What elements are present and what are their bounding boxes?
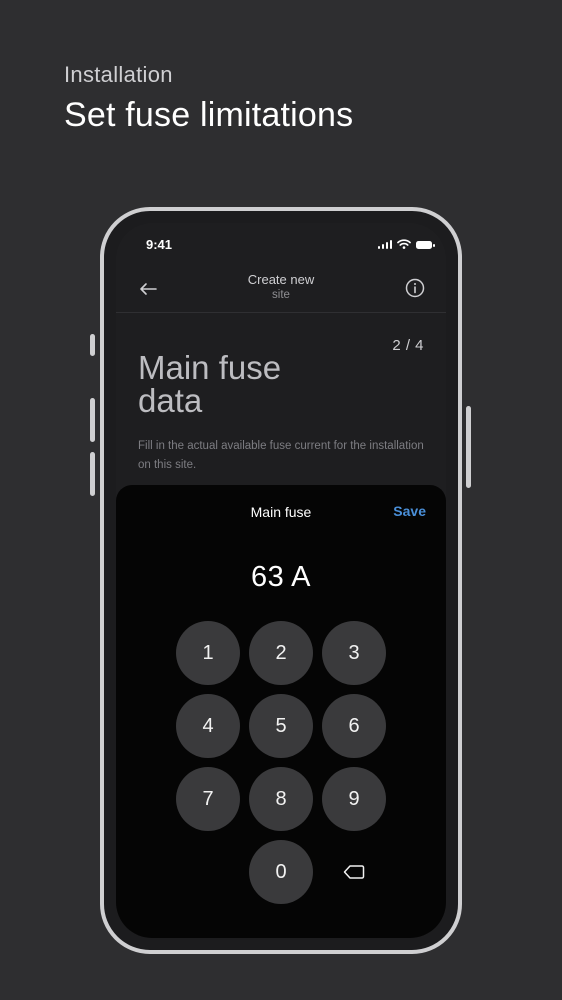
phone-side-button [90, 334, 95, 356]
keypad-key-3[interactable]: 3 [322, 621, 386, 685]
keypad-key-9[interactable]: 9 [322, 767, 386, 831]
step-indicator: 2 / 4 [392, 337, 424, 354]
keypad-key-6[interactable]: 6 [322, 694, 386, 758]
wifi-icon [397, 239, 411, 249]
nav-title-line2: site [272, 289, 290, 301]
keypad-key-7[interactable]: 7 [176, 767, 240, 831]
hero-title: Set fuse limitations [64, 96, 354, 134]
fuse-input-sheet: Main fuse Save 63 A 1 2 3 4 5 6 7 8 9 0 [116, 485, 446, 938]
page-heading-line1: Main fuse [138, 349, 282, 386]
keypad-key-8[interactable]: 8 [249, 767, 313, 831]
signal-icon [377, 239, 392, 249]
backspace-icon [343, 865, 365, 879]
nav-title-line1: Create new [247, 272, 315, 287]
page-description: Fill in the actual available fuse curren… [138, 440, 424, 471]
keypad-key-2[interactable]: 2 [249, 621, 313, 685]
keypad-key-5[interactable]: 5 [249, 694, 313, 758]
keypad-key-4[interactable]: 4 [176, 694, 240, 758]
phone-volume-down-button [90, 452, 95, 496]
phone-volume-up-button [90, 398, 95, 442]
status-icons [377, 239, 435, 249]
page-heading-line2: data [138, 382, 203, 419]
battery-icon [416, 241, 435, 249]
keypad-key-0[interactable]: 0 [249, 840, 313, 904]
status-time: 9:41 [146, 237, 173, 252]
keypad-key-1[interactable]: 1 [176, 621, 240, 685]
status-bar: 9:41 [116, 223, 446, 267]
fuse-value-display: 63 A [250, 561, 312, 593]
page-heading: Main fuse data [138, 351, 358, 417]
nav-bar: Create new site [116, 267, 446, 313]
phone-power-button [466, 406, 471, 488]
info-icon[interactable] [404, 277, 426, 299]
save-button[interactable]: Save [393, 503, 426, 519]
hero-eyebrow: Installation [64, 62, 173, 87]
backspace-button[interactable] [322, 840, 386, 904]
phone-screen: 9:41 Create new site 2 / 4 Main fuse dat… [116, 223, 446, 938]
nav-title: Create new site [116, 272, 446, 301]
